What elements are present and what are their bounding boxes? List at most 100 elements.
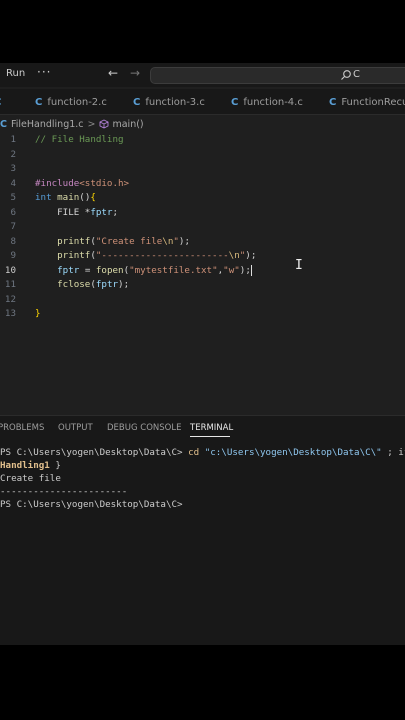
code-token: { bbox=[90, 192, 96, 203]
tab-function-recursion[interactable]: C FunctionRecur bbox=[329, 89, 405, 114]
code-token: printf bbox=[57, 250, 91, 261]
text-cursor bbox=[250, 264, 252, 276]
code-line[interactable]: 5 int main(){ bbox=[0, 191, 405, 206]
title-bar: Run ··· ← → C bbox=[0, 63, 405, 87]
code-token: "----------------------- bbox=[95, 250, 229, 261]
code-token: <stdio.h> bbox=[79, 177, 130, 189]
code-text: fptr = fopen("mytestfile.txt","w"); bbox=[35, 264, 252, 279]
code-text: printf("Create file\n"); bbox=[35, 235, 190, 250]
code-line[interactable]: 6 FILE *fptr; bbox=[0, 206, 405, 221]
code-token: // File Handling bbox=[35, 134, 124, 145]
symbol-method-icon bbox=[100, 119, 109, 129]
code-token: \n bbox=[228, 250, 240, 261]
tab-function-4[interactable]: C function-4.c bbox=[231, 89, 303, 114]
terminal-line: ----------------------- bbox=[0, 485, 127, 498]
line-number: 1 bbox=[10, 134, 16, 145]
line-number: 13 bbox=[4, 308, 16, 319]
c-file-icon: C bbox=[0, 118, 7, 130]
line-number: 3 bbox=[10, 163, 16, 174]
terminal-line: PS C:\Users\yogen\Desktop\Data\C> bbox=[0, 498, 188, 511]
code-token: fptr bbox=[90, 206, 113, 218]
code-token: fopen bbox=[95, 264, 124, 276]
tab-function-2[interactable]: C function-2.c bbox=[35, 89, 107, 114]
code-text: printf("-----------------------\n"); bbox=[35, 249, 256, 264]
panel-tabs: PROBLEMS OUTPUT DEBUG CONSOLE TERMINAL bbox=[0, 416, 405, 438]
code-token: int bbox=[35, 192, 58, 203]
tab-output[interactable]: OUTPUT bbox=[58, 423, 93, 433]
line-number: 5 bbox=[10, 192, 16, 203]
line-number: 2 bbox=[10, 148, 16, 160]
terminal-text: cd bbox=[188, 447, 205, 458]
line-number: 9 bbox=[10, 250, 16, 261]
terminal-text: ; if ($ bbox=[387, 447, 405, 458]
tab-label: function-4.c bbox=[243, 96, 303, 108]
line-number: 4 bbox=[10, 177, 16, 189]
c-file-icon: C bbox=[329, 96, 337, 108]
code-text: int main(){ bbox=[35, 191, 96, 206]
line-number: 8 bbox=[10, 235, 16, 247]
vscode-window: Run ··· ← → C C C function-2.c C functio… bbox=[0, 63, 405, 645]
tab-problems[interactable]: PROBLEMS bbox=[0, 423, 44, 433]
terminal-text: PS C:\Users\yogen\Desktop\Data\C> bbox=[0, 447, 189, 458]
mouse-ibeam-cursor: I bbox=[295, 258, 303, 273]
more-menu-icon[interactable]: ··· bbox=[37, 65, 51, 79]
line-number: 10 bbox=[4, 264, 16, 276]
run-menu[interactable]: Run bbox=[6, 68, 25, 79]
code-token: "Create file bbox=[95, 235, 163, 247]
code-token: ; bbox=[112, 206, 119, 218]
code-token: () bbox=[79, 192, 91, 203]
code-line[interactable]: 2 bbox=[0, 148, 405, 163]
terminal-text: ----------------------- bbox=[0, 486, 128, 497]
breadcrumb-symbol[interactable]: main() bbox=[112, 119, 143, 130]
code-line[interactable]: 4 #include<stdio.h> bbox=[0, 177, 405, 192]
code-token: ); bbox=[239, 264, 251, 276]
terminal-line: Handling1 } bbox=[0, 459, 61, 472]
terminal-text: "c:\Users\yogen\Desktop\Data\C\" bbox=[204, 447, 382, 458]
terminal-line: Create file bbox=[0, 472, 61, 485]
code-text: // File Handling bbox=[35, 133, 124, 148]
line-number: 12 bbox=[4, 293, 16, 305]
code-line[interactable]: 13} bbox=[0, 307, 405, 322]
c-file-icon: C bbox=[231, 96, 239, 108]
code-line[interactable]: 11 fclose(fptr); bbox=[0, 278, 405, 293]
code-editor[interactable]: 1 // File Handling 2 3 4 #include<stdio.h> 5 in… bbox=[0, 133, 405, 403]
forward-arrow-icon[interactable]: → bbox=[130, 66, 140, 80]
code-line[interactable]: 12 bbox=[0, 293, 405, 308]
code-line[interactable]: 10 fptr = fopen("mytestfile.txt","w"); bbox=[0, 264, 405, 279]
code-line[interactable]: 7 bbox=[0, 220, 405, 235]
command-center-search[interactable]: C bbox=[150, 67, 405, 84]
back-arrow-icon[interactable]: ← bbox=[108, 66, 118, 80]
code-line[interactable]: 3 bbox=[0, 162, 405, 177]
code-line[interactable]: 9 printf("-----------------------\n"); bbox=[0, 249, 405, 264]
code-text: FILE *fptr; bbox=[35, 206, 118, 221]
terminal-line: PS C:\Users\yogen\Desktop\Data\C> cd "c:… bbox=[0, 446, 405, 459]
breadcrumb-separator: > bbox=[87, 118, 96, 130]
c-file-icon: C bbox=[0, 97, 1, 108]
code-token: fptr bbox=[95, 279, 119, 290]
code-text: } bbox=[35, 307, 41, 322]
terminal-text: Create file bbox=[0, 473, 61, 484]
code-line[interactable]: 1 // File Handling bbox=[0, 133, 405, 148]
tab-debug-console[interactable]: DEBUG CONSOLE bbox=[107, 423, 181, 433]
editor-tabs: C C function-2.c C function-3.c C functi… bbox=[0, 89, 405, 115]
code-token: FILE bbox=[35, 206, 85, 218]
line-number: 7 bbox=[10, 221, 16, 232]
command-center-text: C bbox=[353, 69, 360, 80]
code-line[interactable]: 8 printf("Create file\n"); bbox=[0, 235, 405, 250]
code-token: ); bbox=[178, 235, 190, 247]
breadcrumb-file[interactable]: FileHandling1.c bbox=[11, 119, 84, 130]
code-text: #include<stdio.h> bbox=[35, 177, 129, 192]
code-token: } bbox=[35, 308, 41, 319]
code-token: #include bbox=[35, 177, 80, 189]
code-text: fclose(fptr); bbox=[35, 278, 129, 293]
code-token: \n bbox=[162, 235, 174, 247]
search-icon bbox=[341, 70, 351, 80]
code-token: = bbox=[79, 264, 96, 276]
tab-label: function-3.c bbox=[145, 96, 205, 108]
tab-partial[interactable]: C bbox=[0, 89, 6, 114]
tab-function-3[interactable]: C function-3.c bbox=[133, 89, 205, 114]
tab-terminal[interactable]: TERMINAL bbox=[190, 423, 233, 433]
